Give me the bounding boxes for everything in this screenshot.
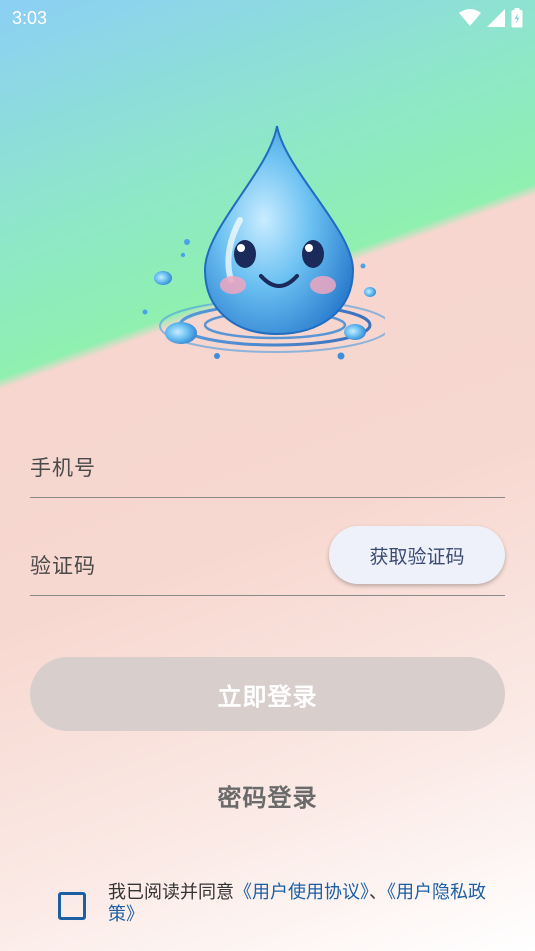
phone-field[interactable]: 手机号 bbox=[30, 436, 505, 498]
water-drop-mascot-icon bbox=[135, 120, 391, 370]
phone-label: 手机号 bbox=[30, 455, 96, 480]
password-login-link[interactable]: 密码登录 bbox=[0, 778, 535, 813]
login-button[interactable]: 立即登录 bbox=[30, 657, 505, 731]
code-field[interactable]: 验证码 获取验证码 bbox=[30, 526, 505, 596]
agreement-text: 我已阅读并同意《用户使用协议》、《用户隐私政策》 bbox=[108, 882, 498, 926]
status-bar: 3:03 bbox=[0, 0, 535, 36]
status-time: 3:03 bbox=[12, 7, 48, 28]
user-agreement-link[interactable]: 《用户使用协议》 bbox=[234, 882, 369, 903]
wifi-icon bbox=[459, 9, 481, 27]
battery-charging-icon bbox=[511, 8, 523, 28]
agreement-separator: 、 bbox=[369, 882, 387, 903]
get-code-button[interactable]: 获取验证码 bbox=[329, 526, 505, 584]
status-icons bbox=[459, 8, 523, 28]
code-label: 验证码 bbox=[30, 553, 96, 578]
signal-icon bbox=[487, 9, 505, 27]
agreement-prefix: 我已阅读并同意 bbox=[108, 882, 234, 903]
agreement-checkbox[interactable] bbox=[58, 892, 86, 920]
agreement-row: 我已阅读并同意《用户使用协议》、《用户隐私政策》 bbox=[58, 882, 498, 926]
